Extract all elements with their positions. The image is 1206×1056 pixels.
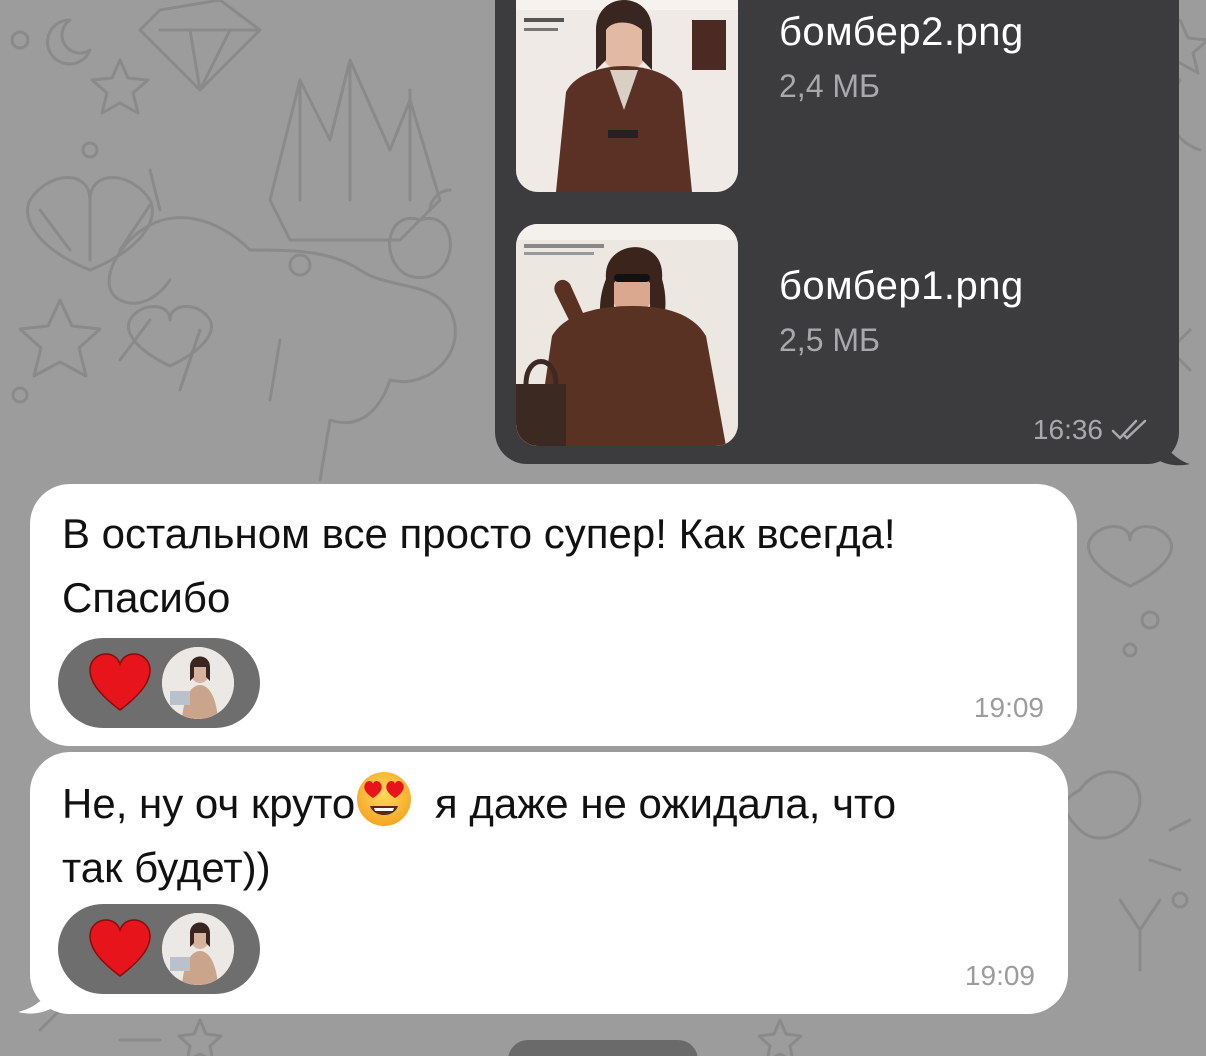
chat-view[interactable]: бомбер2.png 2,4 МБ бомбер1.png 2,5 МБ 16… [0, 0, 1206, 1056]
heart-icon [89, 653, 151, 711]
message-fragment: я даже не ожидала, что [423, 780, 897, 827]
message-line: Не, ну оч круто я даже не ожидала, что [62, 770, 896, 836]
jacket-photo-2-thumbnail[interactable] [516, 0, 738, 192]
incoming-message-bubble[interactable]: Не, ну оч круто я даже не ожидала, что т… [30, 752, 1068, 1014]
jacket-photo-1-thumbnail[interactable] [516, 224, 738, 446]
avatar[interactable] [162, 913, 234, 985]
heart-eyes-emoji [357, 772, 412, 826]
message-time: 19:09 [964, 960, 1035, 991]
file-name[interactable]: бомбер2.png [779, 10, 1024, 55]
message-text: Не, ну оч круто я даже не ожидала, что т… [62, 770, 896, 900]
message-time: 16:36 [1032, 414, 1103, 445]
message-time: 19:09 [973, 692, 1044, 723]
message-line: так будет)) [62, 844, 271, 891]
incoming-message-bubble[interactable]: В остальном все просто супер! Как всегда… [30, 484, 1077, 746]
message-text: В остальном все просто супер! Как всегда… [62, 502, 896, 630]
scroll-date-pill [508, 1040, 698, 1056]
reaction-pill[interactable] [58, 638, 260, 728]
outgoing-message-bubble[interactable]: бомбер2.png 2,4 МБ бомбер1.png 2,5 МБ 16… [495, 0, 1179, 464]
message-line: В остальном все просто супер! Как всегда… [62, 510, 896, 557]
file-size: 2,4 МБ [779, 68, 881, 104]
incoming-bubble-tail [18, 974, 58, 1014]
file-attachment-bomber2[interactable]: бомбер2.png 2,4 МБ [516, 0, 1156, 192]
double-check-icon [1111, 419, 1147, 440]
message-meta: 16:36 [1033, 414, 1149, 446]
file-attachment-bomber1[interactable]: бомбер1.png 2,5 МБ [516, 224, 1156, 446]
file-size: 2,5 МБ [779, 322, 881, 358]
avatar[interactable] [162, 647, 234, 719]
message-line: Спасибо [62, 574, 231, 621]
file-name[interactable]: бомбер1.png [779, 264, 1024, 309]
heart-icon [89, 919, 151, 977]
message-fragment: Не, ну оч круто [62, 780, 356, 827]
outgoing-bubble-tail [1150, 420, 1190, 466]
reaction-pill[interactable] [58, 904, 260, 994]
